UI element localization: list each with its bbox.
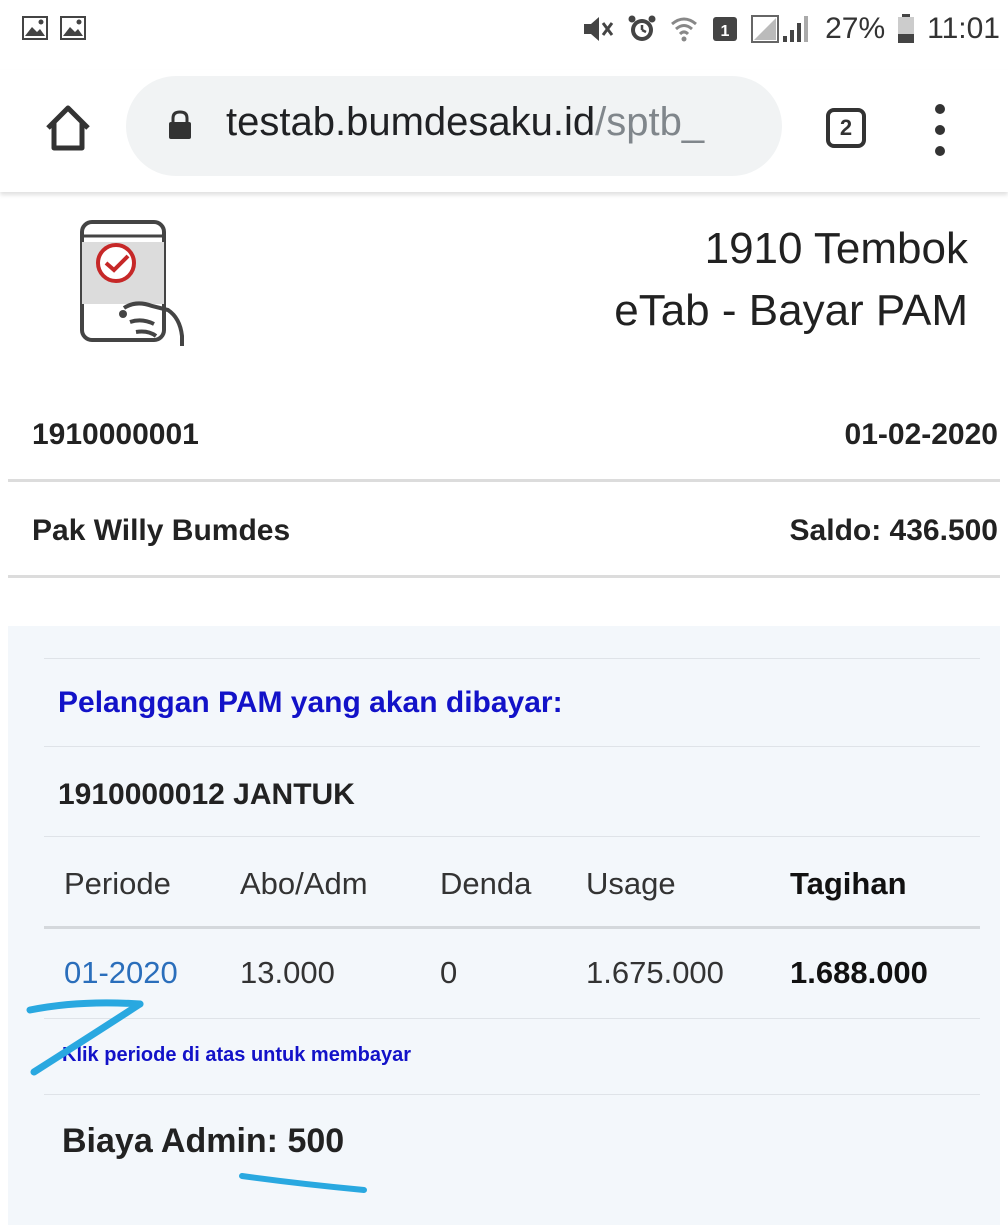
battery-percent: 27% bbox=[825, 12, 886, 45]
payment-heading: Pelanggan PAM yang akan dibayar: bbox=[58, 686, 563, 719]
account-name-row: Pak Willy Bumdes Saldo: 436.500 bbox=[8, 488, 1000, 578]
more-menu-icon[interactable] bbox=[928, 104, 952, 158]
image-notification-icon bbox=[60, 16, 86, 40]
cell-usage: 1.675.000 bbox=[586, 955, 724, 990]
account-id-row: 1910000001 01-02-2020 bbox=[8, 392, 1000, 482]
account-name: Pak Willy Bumdes bbox=[32, 514, 291, 547]
status-bar: 1 27% 11:01 bbox=[0, 0, 1008, 70]
cell-abo-adm: 13.000 bbox=[240, 955, 335, 990]
account-id: 1910000001 bbox=[32, 418, 199, 451]
account-balance: Saldo: 436.500 bbox=[789, 514, 998, 547]
url-text[interactable]: testab.bumdesaku.id/sptb_ bbox=[226, 100, 766, 145]
admin-fee: Biaya Admin: 500 bbox=[62, 1122, 345, 1160]
url-bar[interactable]: testab.bumdesaku.id/sptb_ bbox=[126, 76, 782, 176]
sim-icon: 1 bbox=[713, 17, 738, 41]
customer-name: 1910000012 JANTUK bbox=[58, 778, 355, 811]
column-header-denda: Denda bbox=[440, 866, 532, 901]
url-host: testab.bumdesaku.id bbox=[226, 100, 596, 144]
home-icon[interactable] bbox=[40, 100, 96, 156]
image-notification-icon bbox=[22, 16, 48, 40]
phone-payment-logo-icon bbox=[80, 220, 184, 346]
cell-denda: 0 bbox=[440, 955, 458, 990]
cell-tagihan: 1.688.000 bbox=[790, 955, 928, 990]
divider bbox=[44, 1018, 980, 1019]
column-header-usage: Usage bbox=[586, 866, 676, 901]
pay-hint: Klik periode di atas untuk membayar bbox=[62, 1044, 411, 1066]
app-title: 1910 Tembok eTab - Bayar PAM bbox=[614, 218, 968, 342]
divider bbox=[44, 658, 980, 659]
app-title-line1: 1910 Tembok bbox=[704, 224, 968, 273]
url-path: /sptb_ bbox=[595, 100, 705, 144]
tab-switcher-button[interactable]: 2 bbox=[826, 108, 866, 148]
column-header-periode: Periode bbox=[64, 866, 171, 901]
signal-icon bbox=[751, 15, 809, 43]
browser-toolbar: testab.bumdesaku.id/sptb_ 2 bbox=[0, 70, 1008, 192]
lock-icon bbox=[169, 110, 191, 139]
account-date: 01-02-2020 bbox=[844, 418, 998, 451]
app-title-line2: eTab - Bayar PAM bbox=[614, 286, 968, 335]
alarm-icon bbox=[628, 15, 656, 41]
table-header-divider bbox=[44, 926, 980, 929]
mute-icon bbox=[584, 17, 614, 41]
periode-link[interactable]: 01-2020 bbox=[64, 955, 178, 991]
divider bbox=[44, 836, 980, 837]
battery-icon bbox=[898, 14, 915, 43]
column-header-tagihan: Tagihan bbox=[790, 866, 907, 901]
column-header-abo-adm: Abo/Adm bbox=[240, 866, 368, 901]
clock: 11:01 bbox=[927, 12, 1000, 45]
svg-text:1: 1 bbox=[721, 23, 730, 40]
wifi-icon bbox=[671, 17, 698, 42]
divider bbox=[44, 746, 980, 747]
divider bbox=[44, 1094, 980, 1095]
